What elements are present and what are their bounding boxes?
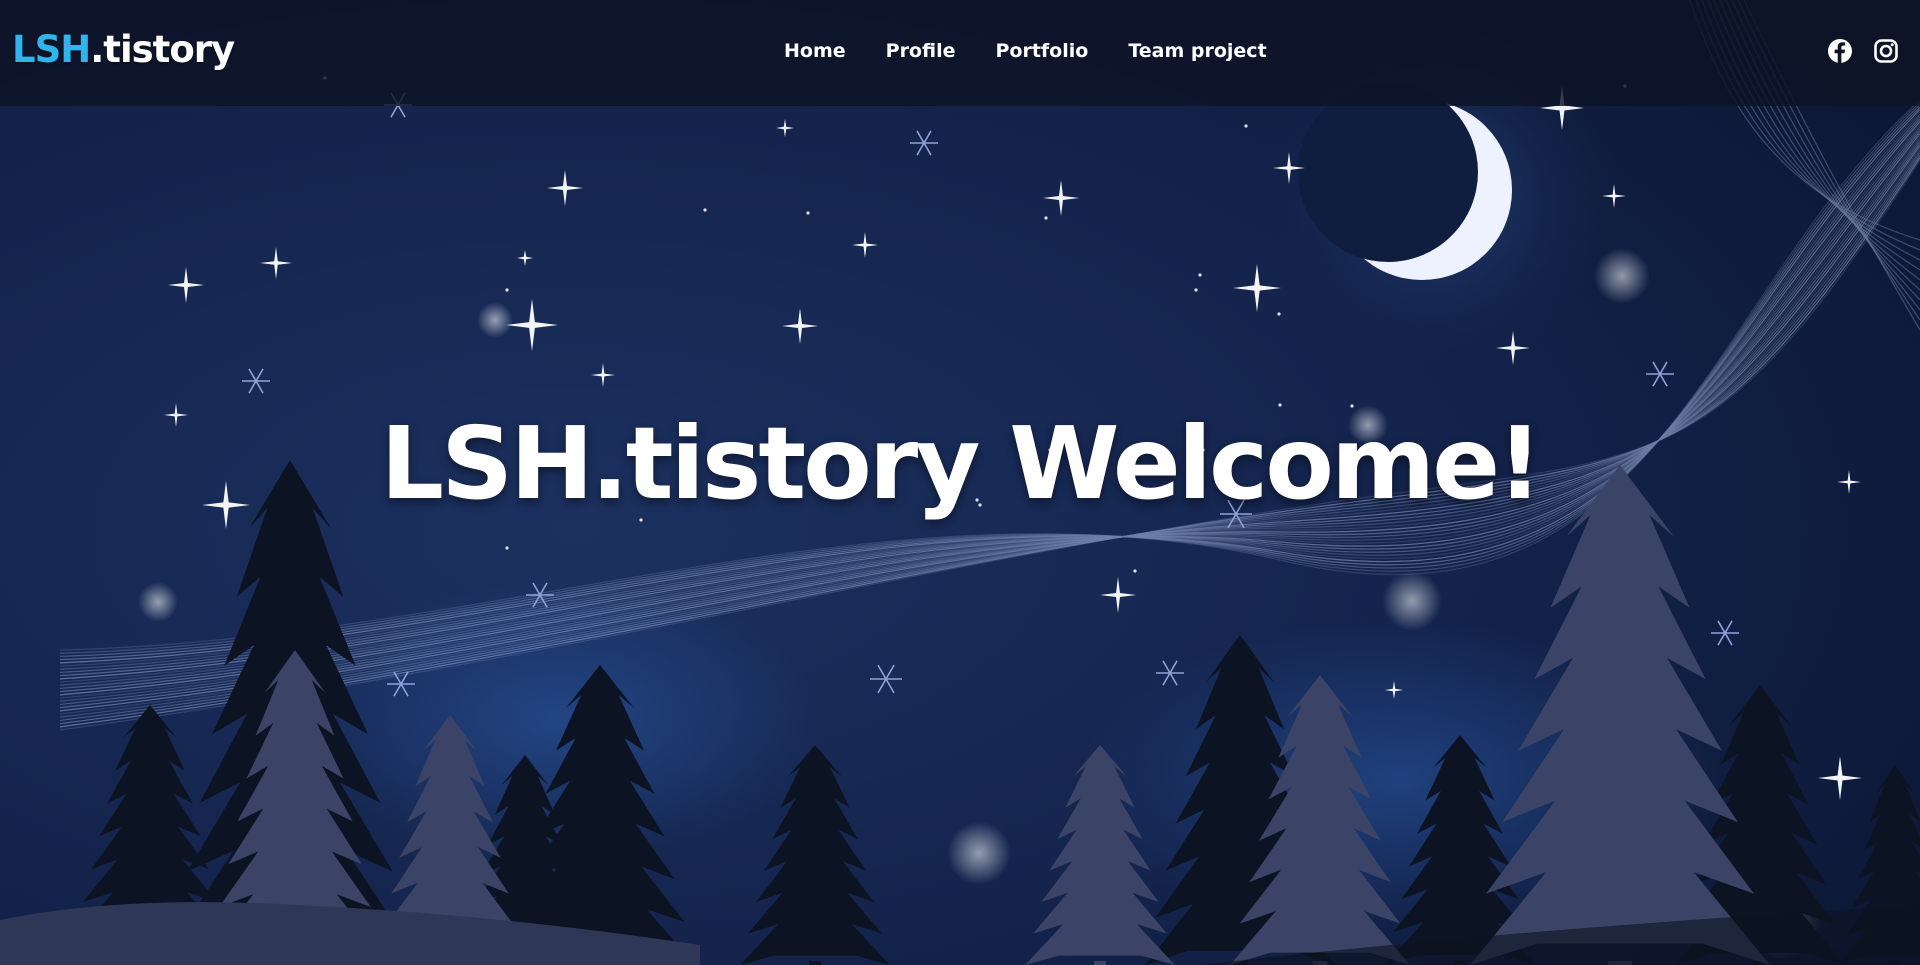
nav-home[interactable]: Home [784,40,846,62]
logo-text: .tistory [90,28,235,71]
nav-profile[interactable]: Profile [886,40,956,62]
nav-team-project[interactable]: Team project [1128,40,1266,62]
logo-accent-text: LSH [12,28,91,71]
main-nav: Home Profile Portfolio Team project [784,40,1267,62]
hero-title: LSH.tistory Welcome! [380,405,1542,522]
nav-portfolio[interactable]: Portfolio [995,40,1088,62]
site-logo[interactable]: LSH.tistory [12,28,235,71]
instagram-icon[interactable] [1873,38,1899,64]
top-navbar: LSH.tistory Home Profile Portfolio Team … [0,0,1920,106]
facebook-icon[interactable] [1827,38,1853,64]
